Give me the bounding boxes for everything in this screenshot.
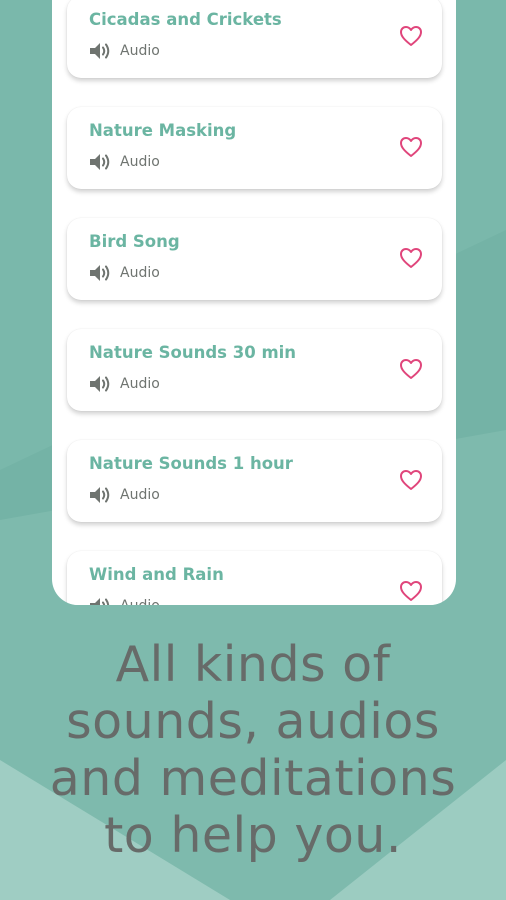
- speaker-icon: [90, 487, 110, 503]
- heart-outline-icon: [400, 26, 422, 46]
- sound-type: Audio: [120, 487, 160, 503]
- sound-meta: Audio: [89, 41, 160, 61]
- speaker-icon: [90, 43, 110, 59]
- sound-list-item[interactable]: Nature Masking Audio: [67, 107, 442, 189]
- promo-tagline: All kinds of sounds, audios and meditati…: [0, 636, 506, 864]
- sound-list-item[interactable]: Nature Sounds 1 hour Audio: [67, 440, 442, 522]
- tagline-line-1: All kinds of: [115, 636, 391, 693]
- speaker-icon: [90, 265, 110, 281]
- sound-meta: Audio: [89, 485, 160, 505]
- favorite-button[interactable]: [398, 24, 424, 48]
- heart-outline-icon: [400, 248, 422, 268]
- favorite-button[interactable]: [398, 246, 424, 270]
- sound-type: Audio: [120, 376, 160, 392]
- sound-meta: Audio: [89, 263, 160, 283]
- heart-outline-icon: [400, 470, 422, 490]
- sound-list-item[interactable]: Cicadas and Crickets Audio: [67, 0, 442, 78]
- sound-list-item[interactable]: Wind and Rain Audio: [67, 551, 442, 605]
- favorite-button[interactable]: [398, 357, 424, 381]
- sound-type: Audio: [120, 265, 160, 281]
- sound-type: Audio: [120, 43, 160, 59]
- sound-type: Audio: [120, 154, 160, 170]
- speaker-icon: [90, 376, 110, 392]
- favorite-button[interactable]: [398, 579, 424, 603]
- sound-type: Audio: [120, 598, 160, 605]
- sound-title: Nature Masking: [89, 121, 237, 140]
- sound-meta: Audio: [89, 596, 160, 605]
- tagline-line-4: to help you.: [104, 807, 402, 864]
- tagline-line-3: and meditations: [49, 750, 457, 807]
- sound-list-item[interactable]: Nature Sounds 30 min Audio: [67, 329, 442, 411]
- tagline-line-2: sounds, audios: [66, 693, 440, 750]
- sound-meta: Audio: [89, 374, 160, 394]
- sound-title: Nature Sounds 30 min: [89, 343, 297, 362]
- sound-meta: Audio: [89, 152, 160, 172]
- speaker-icon: [90, 154, 110, 170]
- favorite-button[interactable]: [398, 135, 424, 159]
- heart-outline-icon: [400, 137, 422, 157]
- sound-title: Wind and Rain: [89, 565, 224, 584]
- speaker-icon: [90, 598, 110, 605]
- sound-title: Cicadas and Crickets: [89, 10, 282, 29]
- sound-title: Bird Song: [89, 232, 180, 251]
- sound-list-card: Cicadas and Crickets Audio Nature Maskin…: [52, 0, 456, 605]
- heart-outline-icon: [400, 359, 422, 379]
- favorite-button[interactable]: [398, 468, 424, 492]
- heart-outline-icon: [400, 581, 422, 601]
- sound-title: Nature Sounds 1 hour: [89, 454, 293, 473]
- sound-list-item[interactable]: Bird Song Audio: [67, 218, 442, 300]
